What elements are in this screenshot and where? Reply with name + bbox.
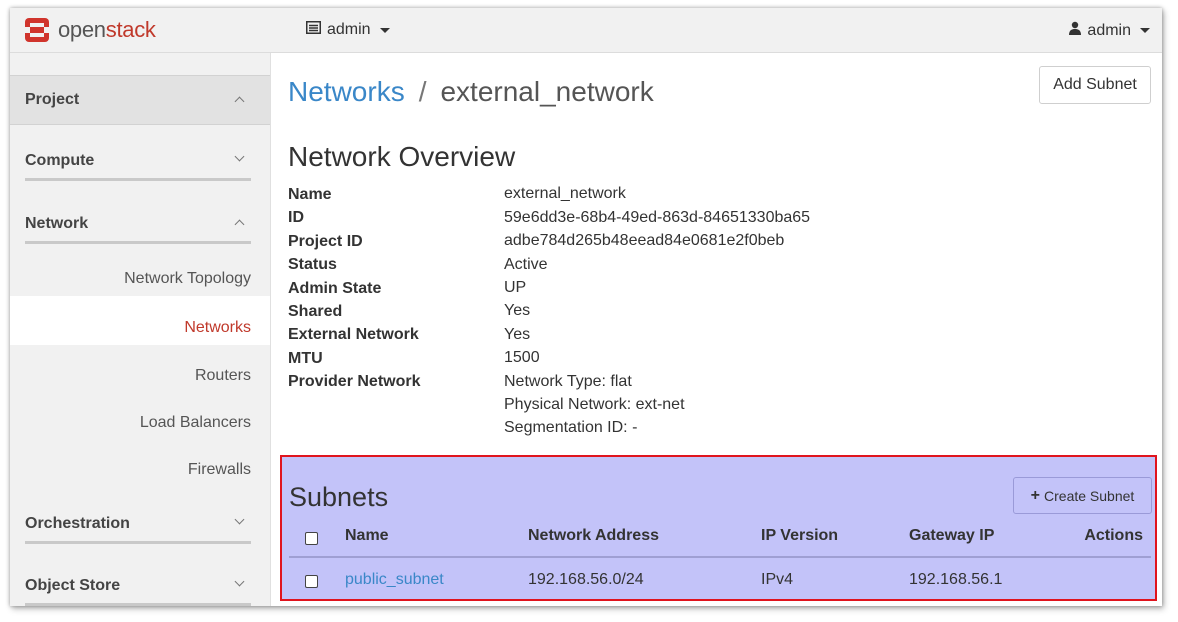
chevron-down-icon [234,576,245,587]
column-header-name[interactable]: Name [345,527,389,545]
logo-text: openstack [58,17,156,42]
field-label-mtu: MTU [288,350,323,367]
field-value-mtu: 1500 [504,349,540,366]
sidebar-section-label: Network [25,215,89,232]
column-header-gateway-ip[interactable]: Gateway IP [909,527,994,545]
top-navbar: openstack admin admin [10,8,1162,53]
section-divider [25,178,251,181]
user-dropdown-label: admin [1087,21,1131,39]
sidebar-section-label: Orchestration [25,515,130,532]
field-value-provider-network-type: Network Type: flat [504,373,632,390]
create-subnet-button[interactable]: + Create Subnet [1013,477,1152,514]
field-label-shared: Shared [288,303,343,320]
field-value-id: 59e6dd3e-68b4-49ed-863d-84651330ba65 [504,209,811,226]
add-subnet-button[interactable]: Add Subnet [1039,66,1151,104]
select-all-checkbox[interactable] [305,532,318,545]
project-dropdown[interactable]: admin [306,21,390,39]
chevron-up-icon [234,96,245,107]
main-content: Networks / external_network Add Subnet Net… [271,53,1162,606]
field-value-segmentation-id: Segmentation ID: - [504,419,638,436]
sidebar-item-networks[interactable]: Networks [184,319,251,337]
table-header-divider [289,556,1151,558]
row-select-checkbox[interactable] [305,575,318,588]
project-dropdown-label: admin [327,21,371,38]
field-value-project-id: adbe784d265b48eead84e0681e2f0beb [504,232,785,249]
subnets-panel: Subnets + Create Subnet Name Network Add… [280,455,1157,601]
field-label-admin-state: Admin State [288,280,382,297]
user-icon [1069,21,1082,40]
network-overview-title: Network Overview [288,141,516,172]
field-value-shared: Yes [504,302,531,319]
section-divider [25,541,251,544]
subnet-gateway-ip: 192.168.56.1 [909,571,1003,588]
field-value-name: external_network [504,185,626,202]
section-divider [25,603,251,606]
project-list-icon [306,21,321,39]
breadcrumb-separator: / [418,76,427,107]
caret-down-icon [379,27,390,33]
field-label-external-network: External Network [288,326,419,343]
subnet-name-link[interactable]: public_subnet [345,571,444,589]
field-label-provider-network: Provider Network [288,373,421,390]
chevron-down-icon [234,514,245,525]
openstack-logo[interactable]: openstack [24,14,156,46]
chevron-up-icon [234,219,245,230]
create-subnet-label: Create Subnet [1044,487,1135,504]
sidebar-item-routers[interactable]: Routers [195,367,251,385]
sidebar-item-load-balancers[interactable]: Load Balancers [140,414,251,432]
subnet-ip-version: IPv4 [761,571,794,588]
caret-down-icon [1140,28,1150,33]
subnets-title: Subnets [289,482,389,512]
field-value-status: Active [504,256,548,273]
column-header-network-address[interactable]: Network Address [528,527,659,545]
field-label-project-id: Project ID [288,233,363,250]
column-header-ip-version[interactable]: IP Version [761,527,838,545]
chevron-down-icon [234,151,245,162]
sidebar-section-label: Object Store [25,577,121,594]
section-divider [25,241,251,244]
breadcrumb-current: external_network [440,76,654,107]
sidebar-item-firewalls[interactable]: Firewalls [188,461,251,479]
field-value-external-network: Yes [504,326,531,343]
browser-frame: openstack admin admin Project Compute Ne… [10,8,1162,606]
column-header-actions: Actions [1084,527,1143,544]
sidebar-section-project[interactable]: Project [10,75,270,125]
field-label-status: Status [288,256,337,273]
field-value-admin-state: UP [504,279,527,296]
field-value-physical-network: Physical Network: ext-net [504,396,685,413]
breadcrumb: Networks / external_network [288,76,654,108]
subnet-network-address: 192.168.56.0/24 [528,571,644,588]
sidebar-section-label: Compute [25,152,95,169]
plus-icon: + [1030,486,1041,504]
sidebar: Project Compute Network Network Topology… [10,53,271,606]
field-label-name: Name [288,186,332,203]
sidebar-item-network-topology[interactable]: Network Topology [124,270,251,288]
breadcrumb-networks-link[interactable]: Networks [288,76,405,107]
sidebar-section-label: Project [25,91,80,108]
openstack-logo-icon [24,17,50,43]
field-label-id: ID [288,209,304,226]
user-dropdown[interactable]: admin [1069,21,1150,40]
